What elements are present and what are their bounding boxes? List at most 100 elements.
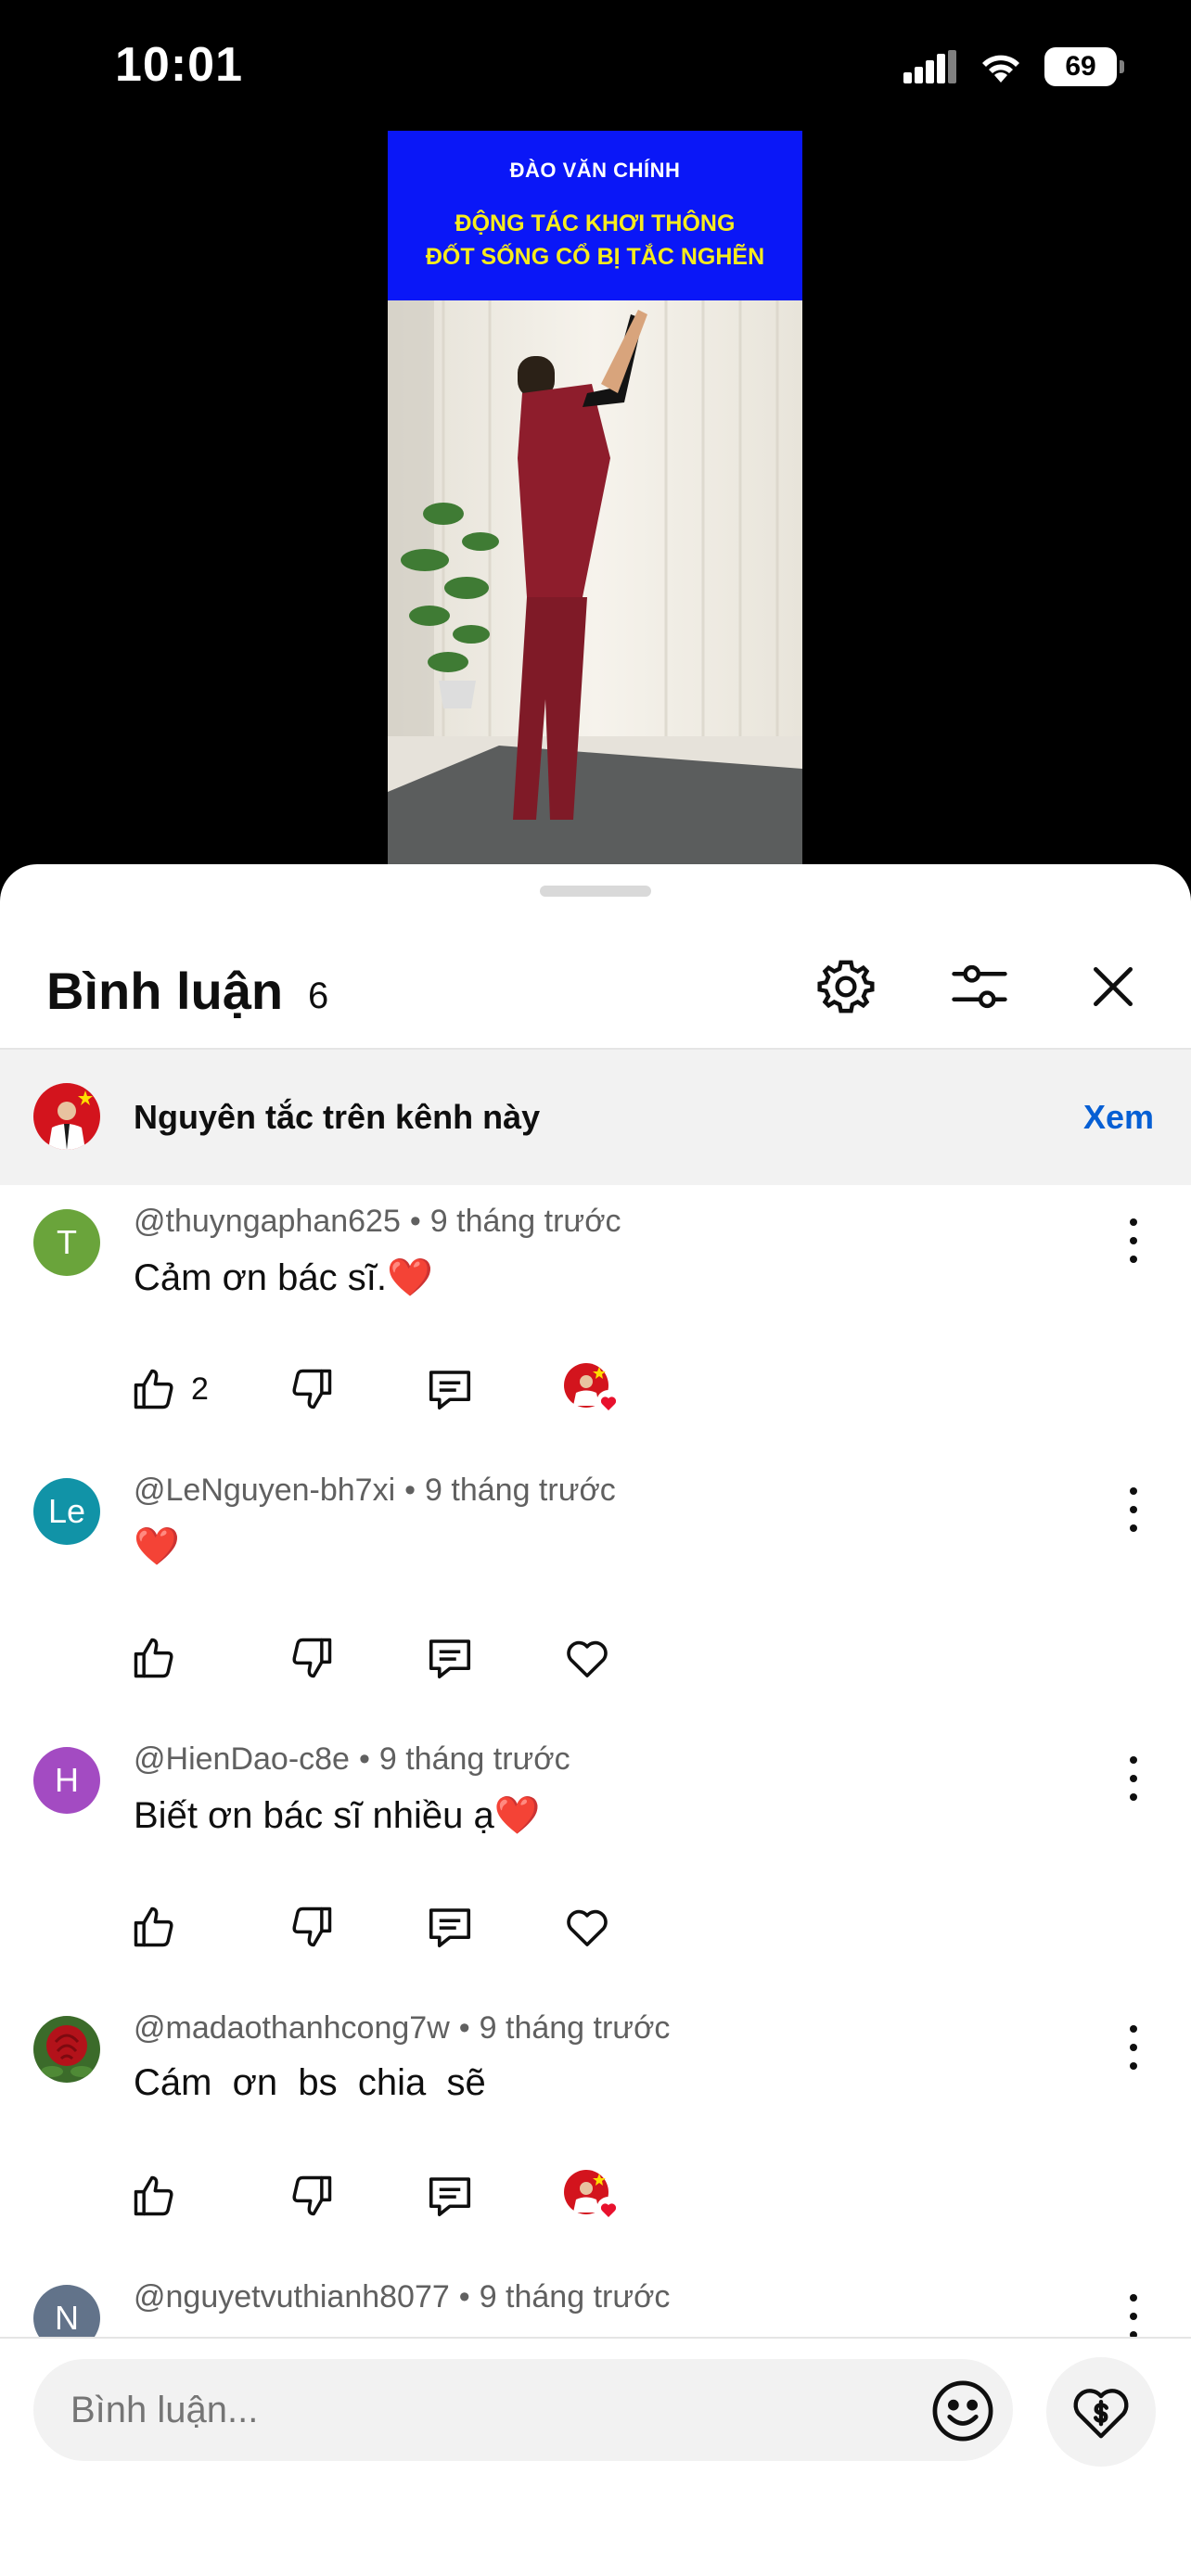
like-button[interactable]: 2 xyxy=(130,1361,209,1417)
more-vert-icon[interactable] xyxy=(1122,1751,1145,1806)
guidelines-text: Nguyên tắc trên kênh này xyxy=(134,1098,541,1136)
super-thanks-button[interactable] xyxy=(1046,2357,1156,2467)
heart-outline-icon xyxy=(567,1909,608,1946)
comments-count: 6 xyxy=(308,976,329,1016)
heart-button[interactable] xyxy=(562,1899,612,1955)
more-vert-icon[interactable] xyxy=(1122,2020,1145,2075)
channel-guidelines-banner[interactable]: Nguyên tắc trên kênh này Xem xyxy=(0,1050,1191,1185)
avatar[interactable]: H xyxy=(33,1747,100,1814)
meta-separator: • xyxy=(458,2010,470,2046)
comment-author[interactable]: @madaothanhcong7w xyxy=(134,2010,450,2046)
thumbs-down-icon xyxy=(292,1369,332,1409)
comment-meta: @HienDao-c8e • 9 tháng trước xyxy=(134,1741,570,1778)
more-vert-icon[interactable] xyxy=(1122,1213,1145,1269)
comment-meta: @thuyngaphan625 • 9 tháng trước xyxy=(134,1204,621,1240)
reply-button[interactable] xyxy=(425,1361,475,1417)
comment-meta: @madaothanhcong7w • 9 tháng trước xyxy=(134,2010,670,2047)
dislike-button[interactable] xyxy=(288,1899,336,1955)
comment-time: 9 tháng trước xyxy=(479,2279,671,2315)
status-icons: 69 xyxy=(903,45,1124,89)
comment-time: 9 tháng trước xyxy=(479,2010,671,2046)
heart-emoji: ❤️ xyxy=(134,1526,180,1567)
heart-outline-icon xyxy=(567,1640,608,1677)
avatar[interactable]: Le xyxy=(33,1478,100,1545)
avatar[interactable] xyxy=(33,2016,100,2083)
comment-time: 9 tháng trước xyxy=(378,1741,570,1777)
guidelines-view-link[interactable]: Xem xyxy=(1083,1098,1154,1137)
dislike-button[interactable] xyxy=(288,1630,336,1686)
reply-button[interactable] xyxy=(425,1630,475,1686)
creator-heart-badge[interactable] xyxy=(562,2168,623,2224)
video-title-line2: ĐỐT SỐNG CỔ BỊ TẮC NGHẼN xyxy=(425,243,765,270)
close-icon xyxy=(1094,967,1133,1006)
dislike-button[interactable] xyxy=(288,1361,336,1417)
more-vert-icon[interactable] xyxy=(1122,2289,1145,2344)
avatar[interactable]: T xyxy=(33,1209,100,1276)
dislike-button[interactable] xyxy=(288,2168,336,2224)
thumbs-down-icon xyxy=(292,2175,332,2216)
status-bar: 10:01 69 xyxy=(0,0,1191,130)
thumbs-up-icon xyxy=(134,1638,173,1678)
creator-heart-badge[interactable] xyxy=(562,1361,623,1417)
thumbs-up-icon xyxy=(134,2175,173,2216)
more-vert-icon[interactable] xyxy=(1122,1482,1145,1537)
reply-icon xyxy=(429,1639,471,1679)
heart-emoji: ❤️ xyxy=(493,1795,541,1836)
comment-author[interactable]: @nguyetvuthianh8077 xyxy=(134,2279,450,2315)
comment-actions xyxy=(130,1899,686,1955)
settings-button[interactable] xyxy=(813,953,879,1020)
comment-text: Biết ơn bác sĩ nhiều ạ❤️ xyxy=(134,1793,541,1837)
sliders-icon xyxy=(952,964,1007,1009)
comment-actions: 2 xyxy=(130,1361,686,1417)
comment-author[interactable]: @LeNguyen-bh7xi xyxy=(134,1473,395,1508)
like-button[interactable] xyxy=(130,1899,178,1955)
video-frame-image xyxy=(388,300,802,873)
comment-item: H @HienDao-c8e • 9 tháng trước Biết ơn bác… xyxy=(0,1723,1191,1992)
reply-icon xyxy=(429,1908,471,1948)
comment-actions xyxy=(130,2168,686,2224)
reply-button[interactable] xyxy=(425,2168,475,2224)
heart-button[interactable] xyxy=(562,1630,612,1686)
reply-icon xyxy=(429,2177,471,2217)
thumbs-up-icon xyxy=(134,1906,173,1947)
meta-separator: • xyxy=(409,1204,421,1239)
battery-indicator: 69 xyxy=(1044,47,1124,86)
thumbs-down-icon xyxy=(292,1638,332,1678)
reply-icon xyxy=(429,1371,471,1410)
comment-text: Cám ơn bs chia sẽ xyxy=(134,2062,486,2104)
comment-author[interactable]: @HienDao-c8e xyxy=(134,1741,350,1777)
comment-text: ❤️ xyxy=(134,1524,180,1568)
emoji-button[interactable] xyxy=(928,2376,998,2446)
comment-meta: @nguyetvuthianh8077 • 9 tháng trước xyxy=(134,2279,670,2315)
smiley-icon xyxy=(932,2380,993,2442)
video-title-line1: ĐỘNG TÁC KHƠI THÔNG xyxy=(455,210,736,236)
heart-emoji: ❤️ xyxy=(387,1257,433,1298)
meta-separator: • xyxy=(358,1741,370,1777)
comment-time: 9 tháng trước xyxy=(429,1204,621,1239)
creator-heart-icon xyxy=(564,2170,621,2221)
like-button[interactable] xyxy=(130,1630,178,1686)
reply-button[interactable] xyxy=(425,1899,475,1955)
status-time: 10:01 xyxy=(115,38,243,92)
wifi-icon xyxy=(982,55,1019,83)
comment-input[interactable] xyxy=(33,2359,1013,2461)
thumbs-up-icon xyxy=(134,1369,173,1409)
close-button[interactable] xyxy=(1080,953,1146,1020)
comment-author[interactable]: @thuyngaphan625 xyxy=(134,1204,401,1239)
comment-composer xyxy=(0,2337,1191,2576)
channel-avatar xyxy=(33,1083,100,1150)
like-button[interactable] xyxy=(130,2168,178,2224)
video-channel-name: ĐÀO VĂN CHÍNH xyxy=(509,158,681,182)
sheet-drag-handle[interactable] xyxy=(540,886,651,897)
comments-header: Bình luận 6 xyxy=(0,920,1191,1050)
comment-body: Biết ơn bác sĩ nhiều ạ xyxy=(134,1795,494,1836)
meta-separator: • xyxy=(404,1473,416,1508)
comment-meta: @LeNguyen-bh7xi • 9 tháng trước xyxy=(134,1473,616,1509)
thumbs-down-icon xyxy=(292,1906,332,1947)
meta-separator: • xyxy=(458,2279,470,2315)
video-title-banner: ĐÀO VĂN CHÍNH ĐỘNG TÁC KHƠI THÔNG ĐỐT SỐ… xyxy=(388,131,802,300)
like-count: 2 xyxy=(191,1371,209,1407)
comment-item: Le @LeNguyen-bh7xi • 9 tháng trước ❤️ xyxy=(0,1454,1191,1723)
video-player[interactable]: ĐÀO VĂN CHÍNH ĐỘNG TÁC KHƠI THÔNG ĐỐT SỐ… xyxy=(388,131,802,873)
filter-button[interactable] xyxy=(946,953,1013,1020)
